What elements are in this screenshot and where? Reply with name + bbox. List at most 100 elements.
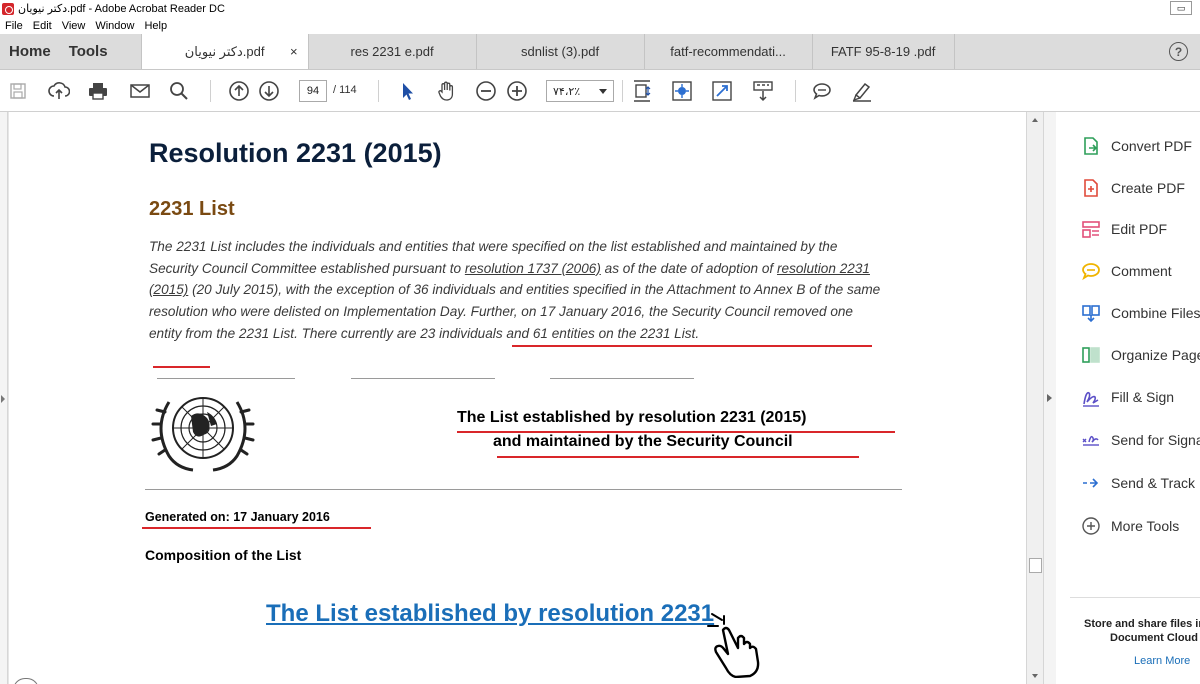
divider — [1070, 597, 1200, 598]
email-icon[interactable] — [128, 79, 152, 103]
menu-file[interactable]: File — [0, 20, 28, 32]
tool-comment[interactable]: Comment — [1080, 259, 1200, 283]
doc-tab[interactable]: sdnlist (3).pdf — [477, 34, 645, 69]
combine-files-icon — [1080, 302, 1102, 324]
paragraph-text: (20 July 2015), with the exception of 36… — [149, 282, 881, 341]
close-tab-icon[interactable]: × — [290, 44, 298, 59]
upload-icon[interactable] — [47, 79, 71, 103]
divider — [351, 378, 495, 379]
save-icon[interactable] — [6, 79, 30, 103]
highlight-icon[interactable] — [850, 79, 874, 103]
next-page-icon[interactable] — [257, 79, 281, 103]
hand-icon[interactable] — [435, 79, 459, 103]
section-title: 2231 List — [149, 198, 235, 220]
tool-combine-files[interactable]: Combine Files — [1080, 301, 1200, 325]
tool-edit-pdf[interactable]: Edit PDF — [1080, 217, 1200, 241]
tool-label: Convert PDF — [1111, 138, 1192, 154]
tool-fill-sign[interactable]: Fill & Sign — [1080, 385, 1200, 409]
learn-more-link[interactable]: Learn More — [1134, 655, 1190, 667]
organize-pages-icon — [1080, 344, 1102, 366]
paragraph-text: as of the date of adoption of — [600, 260, 777, 276]
menu-edit[interactable]: Edit — [28, 20, 57, 32]
promo-line: Document Cloud — [1110, 632, 1198, 644]
tool-label: Organize Pages — [1111, 347, 1200, 363]
doc-tab[interactable]: res 2231 e.pdf — [309, 34, 477, 69]
send-signature-icon — [1080, 429, 1102, 451]
prev-page-icon[interactable] — [227, 79, 251, 103]
tool-send-for-signature[interactable]: Send for Signature — [1080, 428, 1200, 452]
divider — [550, 378, 694, 379]
tab-home[interactable]: Home — [0, 34, 60, 69]
divider — [157, 378, 295, 379]
comment-icon[interactable] — [810, 79, 834, 103]
tab-tools[interactable]: Tools — [60, 34, 117, 69]
fit-page-icon[interactable] — [630, 79, 654, 103]
tool-label: More Tools — [1111, 518, 1180, 534]
right-panel-toggle[interactable] — [1043, 112, 1056, 684]
doc-tab-active[interactable]: دکتر نیویان.pdf × — [140, 34, 309, 69]
menu-help[interactable]: Help — [139, 20, 172, 32]
tool-label: Send & Track — [1111, 475, 1196, 491]
title-bar: دکتر نیویان.pdf - Adobe Acrobat Reader D… — [0, 0, 1200, 17]
scroll-mode-icon[interactable] — [751, 79, 775, 103]
hand-pointer-icon — [707, 613, 760, 678]
marquee-zoom-icon[interactable] — [670, 79, 694, 103]
zoom-in-icon[interactable] — [505, 79, 529, 103]
tool-label: Fill & Sign — [1111, 389, 1175, 405]
more-tools-icon — [1080, 515, 1102, 537]
left-panel-toggle[interactable] — [0, 112, 8, 684]
doc-tab-label: sdnlist (3).pdf — [521, 44, 600, 59]
doc-tab-label: res 2231 e.pdf — [350, 44, 434, 59]
window-title: دکتر نیویان.pdf - Adobe Acrobat Reader D… — [18, 3, 225, 15]
restore-window-button[interactable]: ▭ — [1170, 1, 1192, 15]
promo-line: Store and share files in the — [1084, 618, 1200, 630]
scroll-down-icon[interactable] — [1032, 674, 1038, 678]
tool-convert-pdf[interactable]: Convert PDF — [1080, 134, 1200, 158]
tool-label: Comment — [1111, 263, 1172, 279]
menu-window[interactable]: Window — [90, 20, 139, 32]
search-icon[interactable] — [167, 79, 191, 103]
select-arrow-icon[interactable] — [395, 79, 419, 103]
zoom-out-icon[interactable] — [474, 79, 498, 103]
list-2231-link[interactable]: The List established by resolution 2231 — [266, 600, 714, 628]
un-emblem-icon — [151, 397, 255, 472]
tool-label: Combine Files — [1111, 305, 1200, 321]
doc-tab[interactable]: fatf-recommendati... — [645, 34, 813, 69]
red-underline-mark — [457, 431, 895, 433]
comment-icon — [1080, 260, 1102, 282]
convert-pdf-icon — [1080, 135, 1102, 157]
menu-bar: File Edit View Window Help — [0, 17, 1200, 34]
full-screen-icon[interactable] — [710, 79, 734, 103]
doc-tab-label: FATF 95-8-19 .pdf — [830, 44, 936, 59]
tab-bar: Home Tools دکتر نیویان.pdf × res 2231 e.… — [0, 34, 1200, 70]
partial-circle-icon — [13, 678, 39, 684]
help-button[interactable]: ? — [1169, 42, 1188, 61]
zoom-select[interactable]: ۷۴،۲٪ — [546, 80, 614, 102]
doc-tab-label: fatf-recommendati... — [670, 44, 786, 59]
tool-label: Edit PDF — [1111, 221, 1168, 237]
tool-send-track[interactable]: Send & Track — [1080, 471, 1200, 495]
chevron-down-icon — [599, 89, 607, 94]
print-icon[interactable] — [86, 79, 110, 103]
list-heading-line1: The List established by resolution 2231 … — [457, 409, 807, 426]
doc-tab[interactable]: FATF 95-8-19 .pdf — [813, 34, 955, 69]
tools-pane: Convert PDF Create PDF Edit PDF Comment … — [1056, 112, 1200, 684]
tool-more-tools[interactable]: More Tools — [1080, 514, 1200, 538]
divider — [145, 489, 902, 490]
chevron-right-icon — [1047, 394, 1052, 402]
doc-tab-label: دکتر نیویان.pdf — [184, 43, 265, 59]
tool-organize-pages[interactable]: Organize Pages — [1080, 343, 1200, 367]
menu-view[interactable]: View — [57, 20, 91, 32]
vertical-scrollbar[interactable] — [1026, 112, 1043, 684]
tool-label: Send for Signature — [1111, 432, 1200, 448]
page-number-input[interactable]: 94 — [299, 80, 327, 102]
edit-pdf-icon — [1080, 218, 1102, 240]
acrobat-app-icon — [2, 2, 14, 15]
scroll-thumb[interactable] — [1029, 558, 1042, 573]
zoom-value: ۷۴،۲٪ — [553, 85, 581, 98]
scroll-up-icon[interactable] — [1032, 118, 1038, 122]
tool-create-pdf[interactable]: Create PDF — [1080, 176, 1200, 200]
create-pdf-icon — [1080, 177, 1102, 199]
intro-paragraph: The 2231 List includes the individuals a… — [149, 236, 889, 345]
resolution-1737-link[interactable]: resolution 1737 (2006) — [465, 261, 601, 276]
